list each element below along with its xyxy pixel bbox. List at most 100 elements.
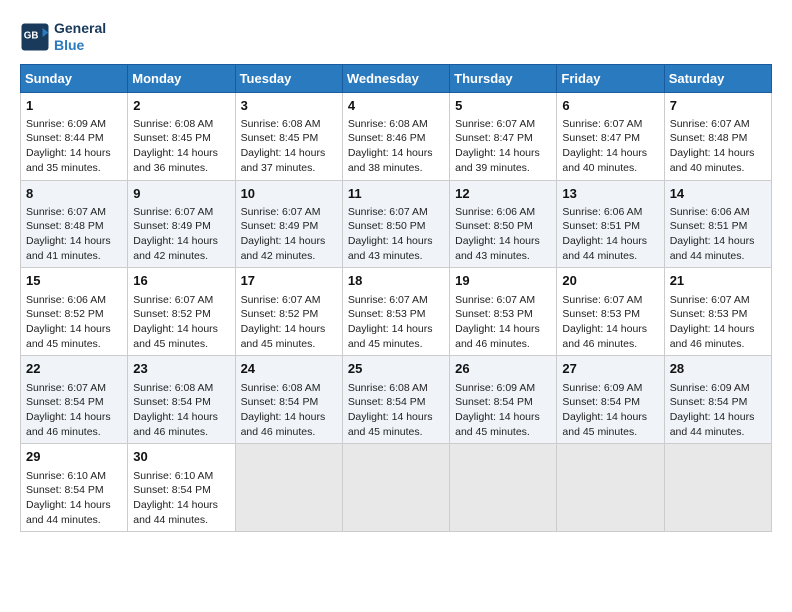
calendar-cell: 8Sunrise: 6:07 AMSunset: 8:48 PMDaylight… bbox=[21, 180, 128, 268]
daylight-label: Daylight: 14 hours and 42 minutes. bbox=[241, 235, 326, 262]
sunset: Sunset: 8:52 PM bbox=[241, 308, 319, 320]
daylight-label: Daylight: 14 hours and 46 minutes. bbox=[133, 411, 218, 438]
sunrise: Sunrise: 6:08 AM bbox=[133, 382, 213, 394]
daylight-label: Daylight: 14 hours and 46 minutes. bbox=[670, 323, 755, 350]
sunrise: Sunrise: 6:07 AM bbox=[26, 206, 106, 218]
sunrise: Sunrise: 6:08 AM bbox=[241, 118, 321, 130]
daylight-label: Daylight: 14 hours and 40 minutes. bbox=[670, 147, 755, 174]
sunset: Sunset: 8:54 PM bbox=[133, 396, 211, 408]
sunset: Sunset: 8:54 PM bbox=[455, 396, 533, 408]
sunrise: Sunrise: 6:10 AM bbox=[133, 470, 213, 482]
calendar-cell: 4Sunrise: 6:08 AMSunset: 8:46 PMDaylight… bbox=[342, 92, 449, 180]
logo-icon: GB bbox=[20, 22, 50, 52]
day-number: 21 bbox=[670, 272, 766, 290]
calendar-cell: 7Sunrise: 6:07 AMSunset: 8:48 PMDaylight… bbox=[664, 92, 771, 180]
sunset: Sunset: 8:48 PM bbox=[670, 132, 748, 144]
day-number: 15 bbox=[26, 272, 122, 290]
calendar-cell: 29Sunrise: 6:10 AMSunset: 8:54 PMDayligh… bbox=[21, 444, 128, 532]
calendar-cell: 10Sunrise: 6:07 AMSunset: 8:49 PMDayligh… bbox=[235, 180, 342, 268]
sunrise: Sunrise: 6:09 AM bbox=[670, 382, 750, 394]
daylight-label: Daylight: 14 hours and 45 minutes. bbox=[348, 411, 433, 438]
daylight-label: Daylight: 14 hours and 44 minutes. bbox=[670, 411, 755, 438]
day-number: 1 bbox=[26, 97, 122, 115]
sunset: Sunset: 8:44 PM bbox=[26, 132, 104, 144]
daylight-label: Daylight: 14 hours and 42 minutes. bbox=[133, 235, 218, 262]
daylight-label: Daylight: 14 hours and 36 minutes. bbox=[133, 147, 218, 174]
sunrise: Sunrise: 6:06 AM bbox=[455, 206, 535, 218]
day-number: 8 bbox=[26, 185, 122, 203]
sunset: Sunset: 8:47 PM bbox=[455, 132, 533, 144]
day-number: 19 bbox=[455, 272, 551, 290]
daylight-label: Daylight: 14 hours and 45 minutes. bbox=[133, 323, 218, 350]
day-number: 2 bbox=[133, 97, 229, 115]
sunrise: Sunrise: 6:06 AM bbox=[26, 294, 106, 306]
sunrise: Sunrise: 6:07 AM bbox=[241, 206, 321, 218]
sunrise: Sunrise: 6:08 AM bbox=[348, 382, 428, 394]
calendar-cell bbox=[450, 444, 557, 532]
day-number: 20 bbox=[562, 272, 658, 290]
daylight-label: Daylight: 14 hours and 46 minutes. bbox=[241, 411, 326, 438]
sunset: Sunset: 8:47 PM bbox=[562, 132, 640, 144]
calendar-cell: 9Sunrise: 6:07 AMSunset: 8:49 PMDaylight… bbox=[128, 180, 235, 268]
sunrise: Sunrise: 6:07 AM bbox=[133, 206, 213, 218]
sunrise: Sunrise: 6:07 AM bbox=[26, 382, 106, 394]
sunset: Sunset: 8:46 PM bbox=[348, 132, 426, 144]
sunrise: Sunrise: 6:08 AM bbox=[241, 382, 321, 394]
day-number: 28 bbox=[670, 360, 766, 378]
calendar-cell bbox=[235, 444, 342, 532]
day-number: 16 bbox=[133, 272, 229, 290]
daylight-label: Daylight: 14 hours and 40 minutes. bbox=[562, 147, 647, 174]
calendar-cell: 5Sunrise: 6:07 AMSunset: 8:47 PMDaylight… bbox=[450, 92, 557, 180]
day-number: 27 bbox=[562, 360, 658, 378]
weekday-header-friday: Friday bbox=[557, 64, 664, 92]
logo-text: General Blue bbox=[54, 20, 106, 54]
day-number: 29 bbox=[26, 448, 122, 466]
daylight-label: Daylight: 14 hours and 45 minutes. bbox=[348, 323, 433, 350]
day-number: 23 bbox=[133, 360, 229, 378]
sunrise: Sunrise: 6:07 AM bbox=[455, 294, 535, 306]
daylight-label: Daylight: 14 hours and 43 minutes. bbox=[455, 235, 540, 262]
calendar-cell: 25 Sunrise: 6:08 AM Sunset: 8:54 PM Dayligh… bbox=[342, 356, 449, 444]
logo: GB General Blue bbox=[20, 20, 106, 54]
sunset: Sunset: 8:52 PM bbox=[26, 308, 104, 320]
day-number: 30 bbox=[133, 448, 229, 466]
day-number: 26 bbox=[455, 360, 551, 378]
sunset: Sunset: 8:54 PM bbox=[562, 396, 640, 408]
sunrise: Sunrise: 6:07 AM bbox=[670, 118, 750, 130]
sunset: Sunset: 8:53 PM bbox=[562, 308, 640, 320]
sunset: Sunset: 8:49 PM bbox=[241, 220, 319, 232]
calendar-cell: 26Sunrise: 6:09 AMSunset: 8:54 PMDayligh… bbox=[450, 356, 557, 444]
calendar-cell: 23 Sunrise: 6:08 AM Sunset: 8:54 PM Dayligh… bbox=[128, 356, 235, 444]
weekday-header-tuesday: Tuesday bbox=[235, 64, 342, 92]
daylight-label: Daylight: 14 hours and 43 minutes. bbox=[348, 235, 433, 262]
sunrise: Sunrise: 6:09 AM bbox=[26, 118, 106, 130]
sunrise: Sunrise: 6:07 AM bbox=[348, 294, 428, 306]
weekday-header-saturday: Saturday bbox=[664, 64, 771, 92]
calendar-cell: 28Sunrise: 6:09 AMSunset: 8:54 PMDayligh… bbox=[664, 356, 771, 444]
calendar-cell: 12Sunrise: 6:06 AMSunset: 8:50 PMDayligh… bbox=[450, 180, 557, 268]
weekday-header-monday: Monday bbox=[128, 64, 235, 92]
daylight-label: Daylight: 14 hours and 35 minutes. bbox=[26, 147, 111, 174]
sunset: Sunset: 8:51 PM bbox=[670, 220, 748, 232]
sunset: Sunset: 8:54 PM bbox=[348, 396, 426, 408]
sunrise: Sunrise: 6:07 AM bbox=[562, 118, 642, 130]
day-number: 25 bbox=[348, 360, 444, 378]
sunset: Sunset: 8:53 PM bbox=[455, 308, 533, 320]
day-number: 12 bbox=[455, 185, 551, 203]
calendar-cell: 15 Sunrise: 6:06 AM Sunset: 8:52 PM Dayligh… bbox=[21, 268, 128, 356]
calendar-cell bbox=[664, 444, 771, 532]
calendar-cell: 24Sunrise: 6:08 AMSunset: 8:54 PMDayligh… bbox=[235, 356, 342, 444]
calendar: SundayMondayTuesdayWednesdayThursdayFrid… bbox=[20, 64, 772, 533]
day-number: 22 bbox=[26, 360, 122, 378]
daylight-label: Daylight: 14 hours and 45 minutes. bbox=[455, 411, 540, 438]
sunset: Sunset: 8:54 PM bbox=[241, 396, 319, 408]
sunset: Sunset: 8:54 PM bbox=[26, 484, 104, 496]
sunset: Sunset: 8:53 PM bbox=[348, 308, 426, 320]
sunrise: Sunrise: 6:07 AM bbox=[133, 294, 213, 306]
calendar-cell bbox=[342, 444, 449, 532]
day-number: 11 bbox=[348, 185, 444, 203]
daylight-label: Daylight: 14 hours and 45 minutes. bbox=[26, 323, 111, 350]
daylight-label: Daylight: 14 hours and 41 minutes. bbox=[26, 235, 111, 262]
daylight-label: Daylight: 14 hours and 37 minutes. bbox=[241, 147, 326, 174]
weekday-header-thursday: Thursday bbox=[450, 64, 557, 92]
